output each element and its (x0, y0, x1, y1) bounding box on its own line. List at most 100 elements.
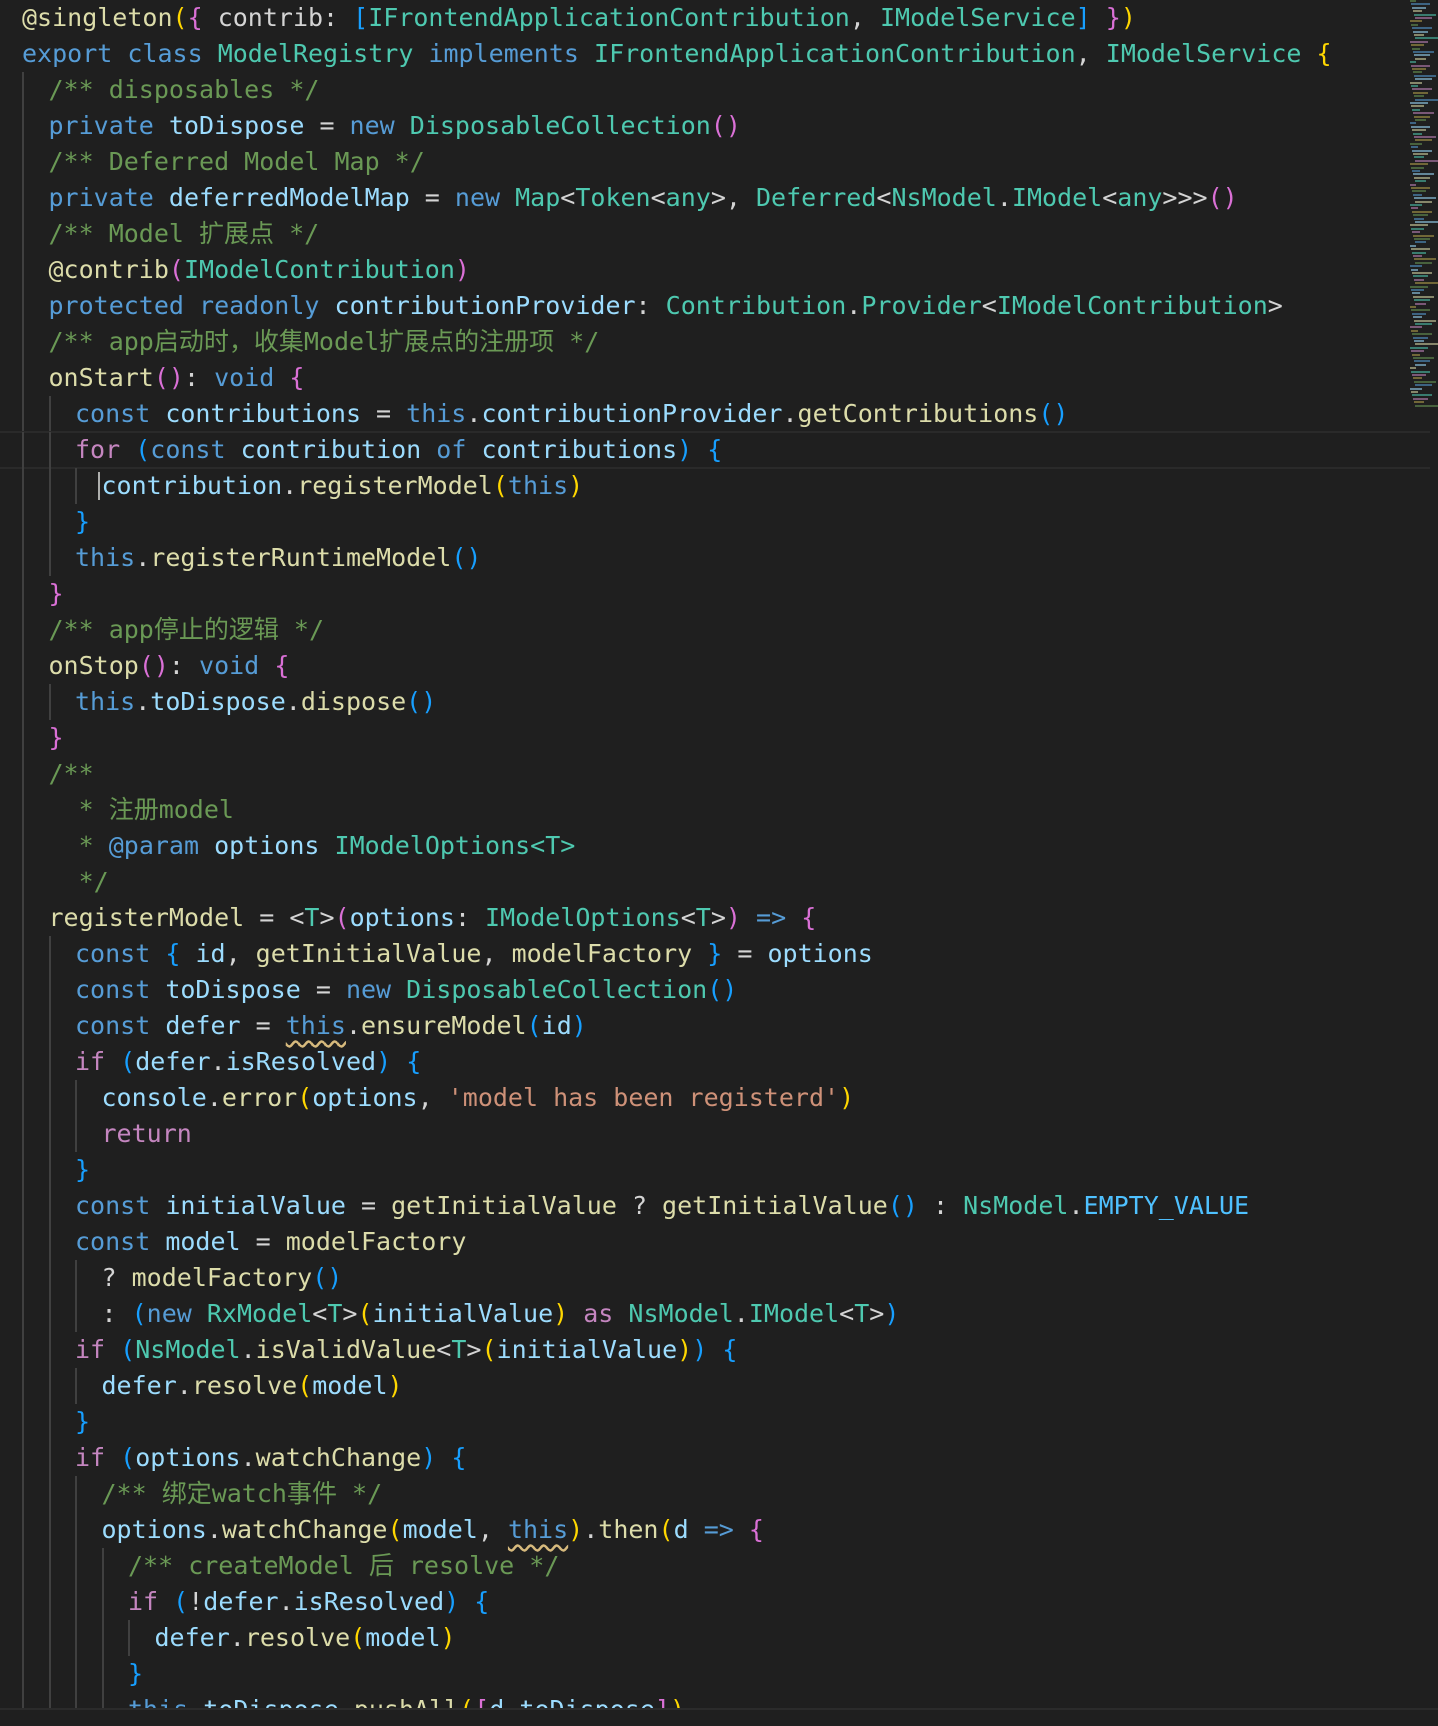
code-token: void (199, 651, 260, 680)
code-line[interactable]: } (22, 1152, 1402, 1188)
code-token: => (703, 1515, 734, 1544)
code-line[interactable]: /** 绑定watch事件 */ (22, 1476, 1402, 1512)
code-token: this (75, 543, 136, 572)
code-token: contributionProvider (481, 399, 783, 428)
code-text: } (49, 720, 64, 756)
code-token: = (300, 975, 346, 1004)
indent-guide (48, 468, 51, 504)
code-line[interactable]: onStart(): void { (22, 360, 1402, 396)
code-line[interactable]: const { id, getInitialValue, modelFactor… (22, 936, 1402, 972)
code-line[interactable]: defer.resolve(model) (22, 1620, 1402, 1656)
indent-guide (22, 252, 24, 288)
minimap-line (1412, 210, 1432, 213)
code-token: . (345, 1011, 362, 1040)
code-token: ( (387, 1515, 403, 1544)
code-line[interactable]: /** (22, 756, 1402, 792)
code-line[interactable]: if (options.watchChange) { (22, 1440, 1402, 1476)
minimap-line (1413, 112, 1434, 115)
code-editor[interactable]: @singleton({ contrib: [IFrontendApplicat… (0, 0, 1438, 1726)
code-line[interactable]: : (new RxModel<T>(initialValue) as NsMod… (22, 1296, 1402, 1332)
code-token: . (846, 291, 862, 320)
code-token: () (887, 1191, 918, 1220)
code-line[interactable]: if (NsModel.isValidValue<T>(initialValue… (22, 1332, 1402, 1368)
code-line[interactable]: private toDispose = new DisposableCollec… (22, 108, 1402, 144)
indent-guide (48, 1548, 51, 1584)
code-line[interactable]: ? modelFactory() (22, 1260, 1402, 1296)
code-token: /** createModel 后 resolve */ (128, 1551, 560, 1580)
code-line[interactable]: contribution.registerModel(this) (22, 468, 1402, 504)
minimap[interactable] (1410, 0, 1438, 420)
code-line[interactable]: options.watchChange(model, this).then(d … (22, 1512, 1402, 1548)
code-line[interactable]: defer.resolve(model) (22, 1368, 1402, 1404)
minimap-line (1410, 40, 1428, 43)
code-line[interactable]: /** disposables */ (22, 72, 1402, 108)
code-line[interactable]: protected readonly contributionProvider:… (22, 288, 1402, 324)
minimap-line (1411, 64, 1430, 67)
code-token: } (1105, 3, 1121, 32)
code-token: @contrib (48, 255, 169, 284)
code-line[interactable]: onStop(): void { (22, 648, 1402, 684)
code-line[interactable]: const initialValue = getInitialValue ? g… (22, 1188, 1402, 1224)
code-token: ) (571, 1011, 587, 1040)
code-line[interactable]: const model = modelFactory (22, 1224, 1402, 1260)
code-line[interactable]: /** createModel 后 resolve */ (22, 1548, 1402, 1584)
code-text: if (NsModel.isValidValue<T>(initialValue… (75, 1332, 737, 1368)
code-line[interactable]: /** app启动时，收集Model扩展点的注册项 */ (22, 324, 1402, 360)
code-line[interactable]: registerModel = <T>(options: IModelOptio… (22, 900, 1402, 936)
code-line[interactable]: const toDispose = new DisposableCollecti… (22, 972, 1402, 1008)
code-line[interactable]: } (22, 720, 1402, 756)
code-line[interactable]: @singleton({ contrib: [IFrontendApplicat… (22, 0, 1402, 36)
minimap-line (1414, 197, 1436, 200)
code-line[interactable]: @contrib(IModelContribution) (22, 252, 1402, 288)
code-token: watchChange (255, 1443, 422, 1472)
code-token: IModelContribution (183, 255, 455, 284)
minimap-line (1413, 377, 1422, 380)
code-token: > (869, 1299, 885, 1328)
code-line[interactable]: } (22, 1404, 1402, 1440)
code-line[interactable]: if (defer.isResolved) { (22, 1044, 1402, 1080)
code-line[interactable]: const defer = this.ensureModel(id) (22, 1008, 1402, 1044)
code-line[interactable]: } (22, 576, 1402, 612)
code-token: } (48, 723, 64, 752)
code-token: : (454, 903, 486, 932)
code-token: onStop (48, 651, 139, 680)
code-token: /** 绑定watch事件 */ (101, 1479, 383, 1508)
code-token: EMPTY_VALUE (1083, 1191, 1250, 1220)
code-line[interactable]: this.toDispose.dispose() (22, 684, 1402, 720)
code-token: { (474, 1587, 490, 1616)
minimap-line (1413, 357, 1434, 359)
code-line[interactable]: * 注册model (22, 792, 1402, 828)
indent-guide (101, 1584, 104, 1620)
code-line[interactable]: /** Model 扩展点 */ (22, 216, 1402, 252)
code-token: id (541, 1011, 572, 1040)
code-line[interactable]: } (22, 504, 1402, 540)
code-line[interactable]: /** Deferred Model Map */ (22, 144, 1402, 180)
code-token: . (229, 1623, 245, 1652)
code-line[interactable]: console.error(options, 'model has been r… (22, 1080, 1402, 1116)
code-line[interactable]: /** app停止的逻辑 */ (22, 612, 1402, 648)
code-line[interactable]: for (const contribution of contributions… (0, 431, 1430, 469)
code-line[interactable]: if (!defer.isResolved) { (22, 1584, 1402, 1620)
code-line[interactable]: const contributions = this.contributionP… (22, 396, 1402, 432)
code-token: . (782, 399, 798, 428)
code-line[interactable]: return (22, 1116, 1402, 1152)
indent-guide (75, 1620, 77, 1656)
code-token: class (127, 39, 203, 68)
code-token: const (75, 1011, 151, 1040)
code-line[interactable]: * @param options IModelOptions<T> (22, 828, 1402, 864)
minimap-line (1411, 187, 1430, 189)
code-token: . (285, 687, 301, 716)
code-token: ensureModel (361, 1011, 527, 1040)
indent-guide (22, 288, 24, 324)
code-line[interactable]: */ (22, 864, 1402, 900)
code-text: options.watchChange(model, this).then(d … (102, 1512, 764, 1548)
code-token: IModel (1011, 183, 1103, 212)
code-line[interactable]: } (22, 1656, 1402, 1692)
code-line[interactable]: private deferredModelMap = new Map<Token… (22, 180, 1402, 216)
code-lines[interactable]: @singleton({ contrib: [IFrontendApplicat… (0, 0, 1430, 1726)
code-line[interactable]: export class ModelRegistry implements IF… (22, 36, 1402, 72)
code-token: ? (101, 1263, 132, 1292)
code-line[interactable]: this.registerRuntimeModel() (22, 540, 1402, 576)
